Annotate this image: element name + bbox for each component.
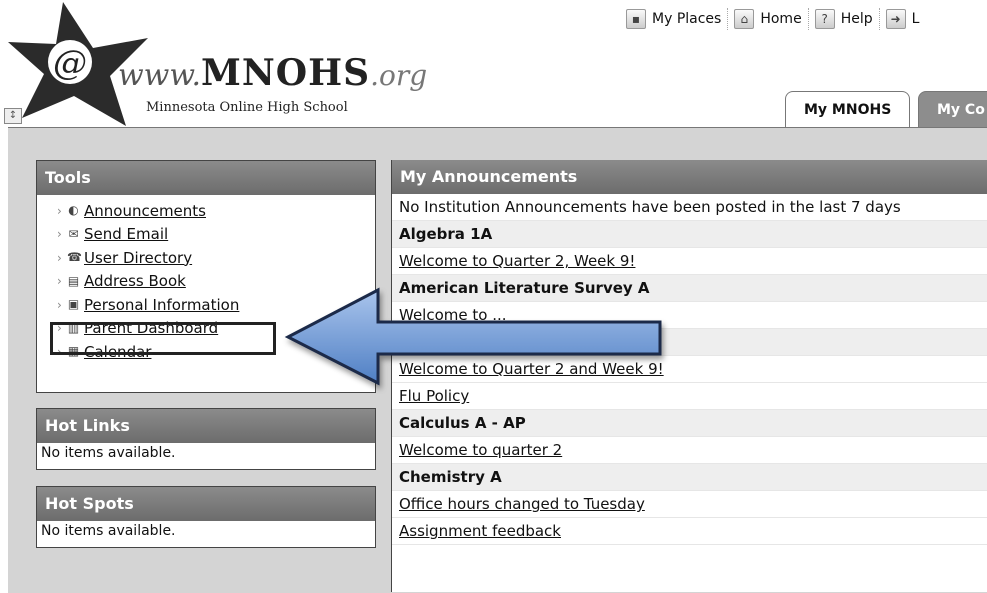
chevron-right-icon: › (57, 274, 62, 289)
tab-my-mnohs[interactable]: My MNOHS (785, 91, 911, 128)
parent-dashboard-highlight (50, 322, 276, 355)
hot-links-title: Hot Links (37, 409, 375, 443)
institution-message: No Institution Announcements have been p… (392, 194, 987, 221)
announcements-panel: My Announcements No Institution Announce… (391, 160, 987, 592)
site-header: @ www.MNOHS.org Minnesota Online High Sc… (0, 0, 987, 128)
hot-spots-empty: No items available. (41, 523, 176, 539)
hot-links-panel: Hot Links No items available. (36, 408, 376, 470)
tool-item-send-email[interactable]: › ✉ Send Email (57, 223, 375, 247)
tab-my-courses[interactable]: My Co (918, 91, 987, 128)
hot-spots-panel: Hot Spots No items available. (36, 486, 376, 548)
announcement-link[interactable]: Office hours changed to Tuesday (399, 495, 645, 513)
envelope-icon: ✉ (68, 226, 79, 241)
site-subtitle: Minnesota Online High School (146, 100, 348, 115)
resize-handle-icon[interactable]: ↕ (4, 108, 22, 124)
chevron-right-icon: › (57, 203, 62, 218)
announcement-row[interactable]: Welcome to Quarter 2, Week 9! (392, 248, 987, 275)
chevron-right-icon: › (57, 227, 62, 242)
logo-url-prefix: www. (118, 58, 202, 93)
address-book-icon: ▤ (67, 273, 80, 288)
tool-link-user-directory[interactable]: User Directory (84, 248, 192, 268)
announcement-link[interactable]: Welcome to Quarter 2, Week 9! (399, 252, 635, 270)
tool-item-user-directory[interactable]: › ☎ User Directory (57, 246, 375, 270)
user-directory-icon: ☎ (67, 250, 82, 265)
tools-panel: Tools › ◐ Announcements › ✉ Send Email ›… (36, 160, 376, 393)
announcement-link[interactable]: Welcome to quarter 2 (399, 441, 562, 459)
announcement-link[interactable]: Assignment feedback (399, 522, 561, 540)
site-logo-url[interactable]: www.MNOHS.org (118, 52, 427, 94)
svg-text:@: @ (53, 43, 87, 83)
announcement-row[interactable]: Flu Policy (392, 383, 987, 410)
logout-icon: ➜ (885, 9, 906, 29)
top-navigation: ▪ My Places ⌂ Home ? Help ➜ L (620, 8, 925, 30)
announcement-link[interactable]: Flu Policy (399, 387, 469, 405)
logo-url-name: MNOHS (201, 52, 371, 94)
help-icon: ? (814, 9, 835, 29)
personal-info-icon: ▣ (67, 297, 80, 312)
course-heading: American Literature Survey A (392, 275, 987, 302)
places-icon: ▪ (626, 9, 646, 29)
tools-title: Tools (37, 161, 375, 195)
course-heading: Chemistry A (392, 464, 987, 491)
tool-link-send-email[interactable]: Send Email (84, 224, 168, 244)
tool-item-address-book[interactable]: › ▤ Address Book (57, 270, 375, 294)
announcement-link[interactable]: Welcome to Quarter 2 and Week 9! (399, 360, 664, 378)
announcement-row[interactable]: Welcome to ... (392, 302, 987, 329)
logo-url-suffix: .org (370, 59, 428, 92)
nav-logout[interactable]: ➜ L (880, 8, 926, 30)
nav-help-label: Help (840, 11, 873, 27)
hot-links-empty: No items available. (41, 445, 176, 461)
tool-item-announcements[interactable]: › ◐ Announcements (57, 199, 375, 223)
tool-link-personal-information[interactable]: Personal Information (84, 295, 239, 315)
hot-spots-title: Hot Spots (37, 487, 375, 521)
announcement-row[interactable]: Assignment feedback (392, 518, 987, 545)
announcements-title: My Announcements (392, 160, 987, 194)
course-heading: Algebra 1A (392, 221, 987, 248)
chevron-right-icon: › (57, 250, 62, 265)
nav-home-label: Home (760, 11, 802, 27)
course-heading: Applied Statistics (392, 329, 987, 356)
chevron-right-icon: › (57, 297, 62, 312)
course-heading: Calculus A - AP (392, 410, 987, 437)
nav-help[interactable]: ? Help (809, 8, 880, 30)
announcements-icon: ◐ (68, 203, 79, 218)
tool-link-address-book[interactable]: Address Book (84, 271, 186, 291)
nav-my-places[interactable]: ▪ My Places (620, 8, 729, 30)
announcement-row[interactable]: Welcome to Quarter 2 and Week 9! (392, 356, 987, 383)
announcement-row[interactable]: Welcome to quarter 2 (392, 437, 987, 464)
announcement-link[interactable]: Welcome to ... (399, 306, 507, 324)
tool-link-announcements[interactable]: Announcements (84, 201, 206, 221)
nav-home[interactable]: ⌂ Home (728, 8, 809, 30)
tool-item-personal-information[interactable]: › ▣ Personal Information (57, 293, 375, 317)
home-icon: ⌂ (734, 9, 755, 29)
nav-logout-label: L (911, 11, 920, 27)
announcement-row[interactable]: Office hours changed to Tuesday (392, 491, 987, 518)
nav-my-places-label: My Places (652, 11, 722, 27)
